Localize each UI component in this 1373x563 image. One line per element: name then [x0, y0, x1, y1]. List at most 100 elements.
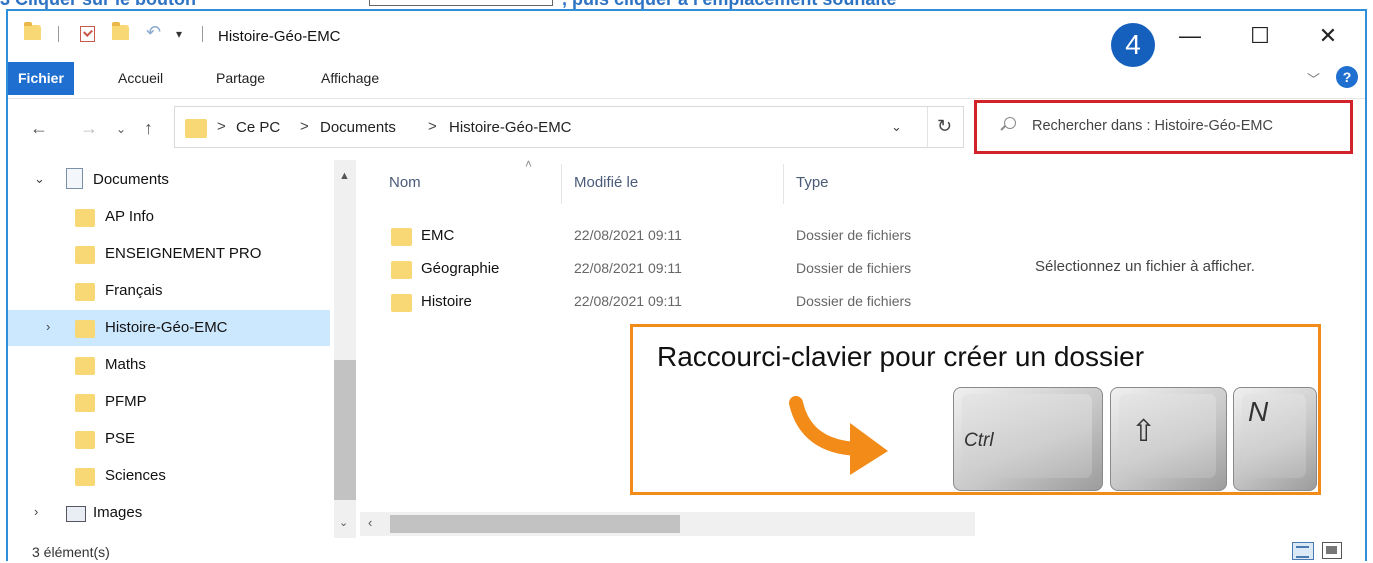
file-type: Dossier de fichiers — [796, 260, 912, 276]
folder-icon — [391, 294, 412, 312]
undo-icon[interactable]: ↶ — [146, 22, 161, 43]
shift-arrow-icon: ⇧ — [1131, 415, 1157, 448]
recent-locations-chevron-icon[interactable]: ⌄ — [116, 122, 126, 136]
folder-icon — [75, 320, 95, 338]
search-box[interactable] — [974, 100, 1353, 154]
documents-icon — [66, 168, 83, 189]
scroll-left-icon[interactable]: ‹ — [368, 515, 372, 530]
column-divider[interactable] — [783, 164, 784, 204]
nav-item-label: AP Info — [105, 208, 154, 225]
minimize-button[interactable]: — — [1167, 21, 1213, 51]
tab-fichier[interactable]: Fichier — [8, 62, 74, 95]
new-folder-icon[interactable] — [112, 22, 129, 40]
nav-item-label: Histoire-Géo-EMC — [105, 319, 228, 336]
column-header-name[interactable]: Nom — [389, 174, 421, 191]
breadcrumb-documents[interactable]: Documents — [320, 119, 396, 136]
tab-partage[interactable]: Partage — [206, 62, 275, 95]
sort-ascending-icon: ˄ — [525, 157, 533, 171]
collapsed-chevron-icon[interactable]: › — [46, 319, 50, 334]
ribbon-tabs: Fichier Accueil Partage Affichage ﹀ ? — [8, 62, 1365, 98]
customize-toolbar-dropdown-icon[interactable]: ▾ — [176, 27, 182, 41]
status-bar: 3 élément(s) — [8, 542, 1365, 563]
file-name: Géographie — [421, 260, 500, 277]
close-button[interactable]: ✕ — [1305, 21, 1351, 51]
file-row-histoire[interactable]: Histoire 22/08/2021 09:11 Dossier de fic… — [360, 287, 950, 319]
back-arrow-icon[interactable]: ← — [30, 118, 48, 139]
nav-item-label: Documents — [93, 171, 169, 188]
nav-item-documents[interactable]: ⌄ Documents — [8, 162, 330, 198]
ctrl-key-label: Ctrl — [964, 430, 994, 451]
column-divider[interactable] — [561, 164, 562, 204]
nav-item-label: Images — [93, 504, 143, 521]
properties-icon[interactable] — [80, 26, 95, 42]
address-row: ← → ⌄ ↑ > Ce PC > Documents > Histoire-G… — [8, 98, 1365, 160]
nav-scrollbar[interactable]: ▲ ⌄ — [334, 160, 356, 538]
address-dropdown-chevron-icon[interactable]: ⌄ — [891, 119, 902, 135]
file-modified: 22/08/2021 09:11 — [574, 260, 682, 276]
nav-item-label: Français — [105, 282, 163, 299]
folder-icon — [24, 22, 41, 40]
column-header-modified[interactable]: Modifié le — [574, 174, 638, 191]
maximize-button[interactable]: ☐ — [1237, 21, 1283, 51]
nav-item-images[interactable]: › Images — [8, 495, 330, 531]
up-arrow-icon[interactable]: ↑ — [144, 118, 153, 139]
nav-item-sciences[interactable]: Sciences — [8, 458, 330, 494]
nav-item-francais[interactable]: Français — [8, 273, 330, 309]
breadcrumb-separator[interactable]: > — [300, 118, 309, 135]
collapsed-chevron-icon[interactable]: › — [34, 504, 38, 519]
scroll-thumb[interactable] — [334, 360, 356, 500]
folder-icon — [75, 468, 95, 486]
nav-item-ap-info[interactable]: AP Info — [8, 199, 330, 235]
toolbar-divider — [58, 26, 59, 42]
scroll-down-icon[interactable]: ⌄ — [339, 516, 348, 529]
tutorial-header: 3 Cliquer sur le bouton , puis cliquer à… — [0, 0, 1373, 9]
file-row-geographie[interactable]: Géographie 22/08/2021 09:11 Dossier de f… — [360, 254, 950, 286]
tab-affichage[interactable]: Affichage — [311, 62, 389, 95]
tutorial-button-outline — [369, 0, 553, 6]
folder-icon — [75, 209, 95, 227]
help-icon[interactable]: ? — [1336, 66, 1358, 88]
breadcrumb-separator[interactable]: > — [217, 118, 226, 135]
folder-icon — [391, 261, 412, 279]
nav-item-enseignement-pro[interactable]: ENSEIGNEMENT PRO — [8, 236, 330, 272]
folder-icon — [75, 246, 95, 264]
images-icon — [66, 506, 86, 522]
file-row-emc[interactable]: EMC 22/08/2021 09:11 Dossier de fichiers — [360, 221, 950, 253]
window-title: Histoire-Géo-EMC — [218, 28, 341, 45]
expand-ribbon-chevron-icon[interactable]: ﹀ — [1307, 69, 1320, 88]
scroll-up-icon[interactable]: ▲ — [339, 170, 350, 182]
breadcrumb-separator[interactable]: > — [428, 118, 437, 135]
folder-icon — [75, 357, 95, 375]
nav-item-label: PFMP — [105, 393, 147, 410]
horizontal-scrollbar[interactable]: ‹ — [360, 512, 975, 536]
expanded-chevron-icon[interactable]: ⌄ — [34, 171, 45, 187]
search-icon — [1004, 117, 1016, 129]
ctrl-key: Ctrl — [953, 387, 1103, 491]
nav-item-label: Sciences — [105, 467, 166, 484]
nav-item-maths[interactable]: Maths — [8, 347, 330, 383]
nav-item-histoire-geo-emc[interactable]: › Histoire-Géo-EMC — [8, 310, 330, 346]
n-key-label: N — [1248, 396, 1269, 427]
scroll-thumb[interactable] — [390, 515, 680, 533]
callout-title: Raccourci-clavier pour créer un dossier — [657, 341, 1145, 372]
large-icons-view-icon[interactable] — [1322, 542, 1342, 559]
breadcrumb-ce-pc[interactable]: Ce PC — [236, 119, 280, 136]
details-view-icon[interactable] — [1292, 542, 1314, 560]
column-header-type[interactable]: Type — [796, 174, 829, 191]
nav-item-pse[interactable]: PSE — [8, 421, 330, 457]
file-modified: 22/08/2021 09:11 — [574, 227, 682, 243]
step-badge: 4 — [1111, 23, 1155, 67]
breadcrumb-histoire-geo-emc[interactable]: Histoire-Géo-EMC — [449, 119, 572, 136]
nav-item-label: Maths — [105, 356, 146, 373]
shift-key: ⇧ — [1110, 387, 1227, 491]
search-input[interactable] — [1032, 118, 1342, 134]
forward-arrow-icon[interactable]: → — [80, 118, 98, 139]
nav-item-pfmp[interactable]: PFMP — [8, 384, 330, 420]
file-modified: 22/08/2021 09:11 — [574, 293, 682, 309]
address-bar[interactable]: > Ce PC > Documents > Histoire-Géo-EMC ⌄… — [174, 106, 964, 148]
folder-icon — [75, 394, 95, 412]
tab-accueil[interactable]: Accueil — [108, 62, 173, 95]
file-type: Dossier de fichiers — [796, 293, 912, 309]
refresh-icon[interactable]: ↻ — [937, 116, 952, 137]
preview-message: Sélectionnez un fichier à afficher. — [1035, 258, 1255, 275]
